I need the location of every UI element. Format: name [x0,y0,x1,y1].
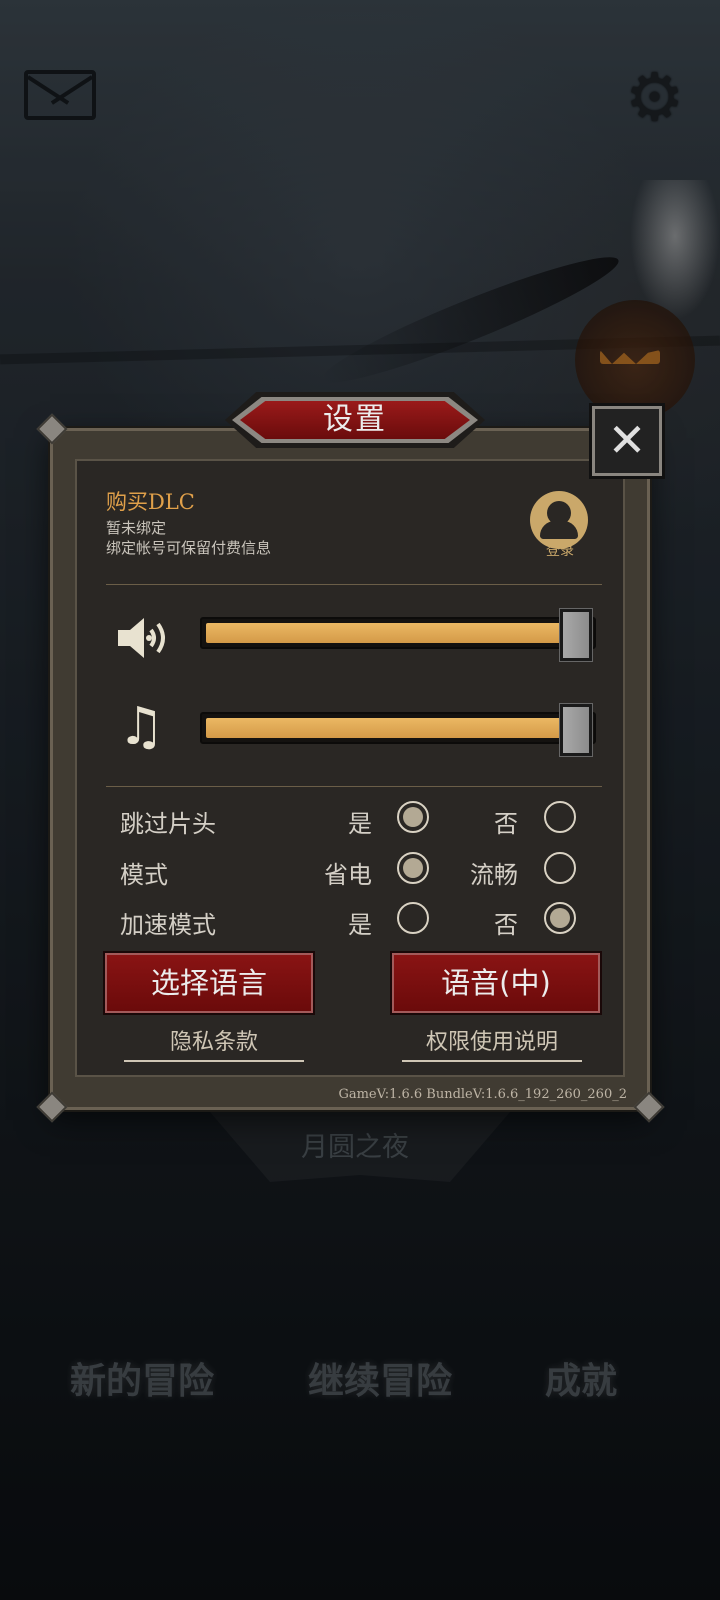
radio-mode-power-save[interactable] [397,852,429,884]
radio-speed-mode-no[interactable] [544,902,576,934]
permissions-link[interactable]: 权限使用说明 [402,1024,582,1062]
privacy-policy-link[interactable]: 隐私条款 [124,1024,304,1062]
speaker-icon [118,618,165,658]
divider [106,786,602,787]
option-label-mode: 模式 [120,861,168,889]
option-choice-a[interactable]: 是 [292,804,372,839]
binding-status: 暂未绑定 [106,519,167,537]
sound-volume-fill [206,623,562,643]
select-language-button[interactable]: 选择语言 [103,951,315,1015]
music-volume-fill [206,718,562,738]
option-choice-a[interactable]: 省电 [292,855,372,890]
option-choice-a[interactable]: 是 [292,905,372,940]
login-label[interactable]: 登录 [538,540,582,560]
option-choice-b[interactable]: 否 [438,804,518,839]
binding-hint: 绑定帐号可保留付费信息 [106,539,272,557]
settings-title: 设置 [323,402,387,437]
sound-volume-thumb[interactable] [560,609,592,661]
close-button[interactable]: ✕ [592,406,662,476]
radio-speed-mode-yes[interactable] [397,902,429,934]
radio-mode-smooth[interactable] [544,852,576,884]
option-choice-b[interactable]: 否 [438,905,518,940]
voice-language-button[interactable]: 语音(中) [390,951,602,1015]
music-note-icon: ♫ [118,697,165,757]
buy-dlc-label[interactable]: 购买DLC [106,486,195,516]
sound-volume-slider[interactable] [200,609,596,661]
divider [106,584,602,585]
option-label-skip-intro: 跳过片头 [120,810,216,838]
radio-skip-intro-no[interactable] [544,801,576,833]
music-volume-slider[interactable] [200,704,596,756]
music-volume-thumb[interactable] [560,704,592,756]
version-text: GameV:1.6.6 BundleV:1.6.6_192_260_260_2 [338,1087,627,1102]
radio-skip-intro-yes[interactable] [397,801,429,833]
option-label-speed-mode: 加速模式 [120,911,216,939]
option-choice-b[interactable]: 流畅 [438,855,518,890]
